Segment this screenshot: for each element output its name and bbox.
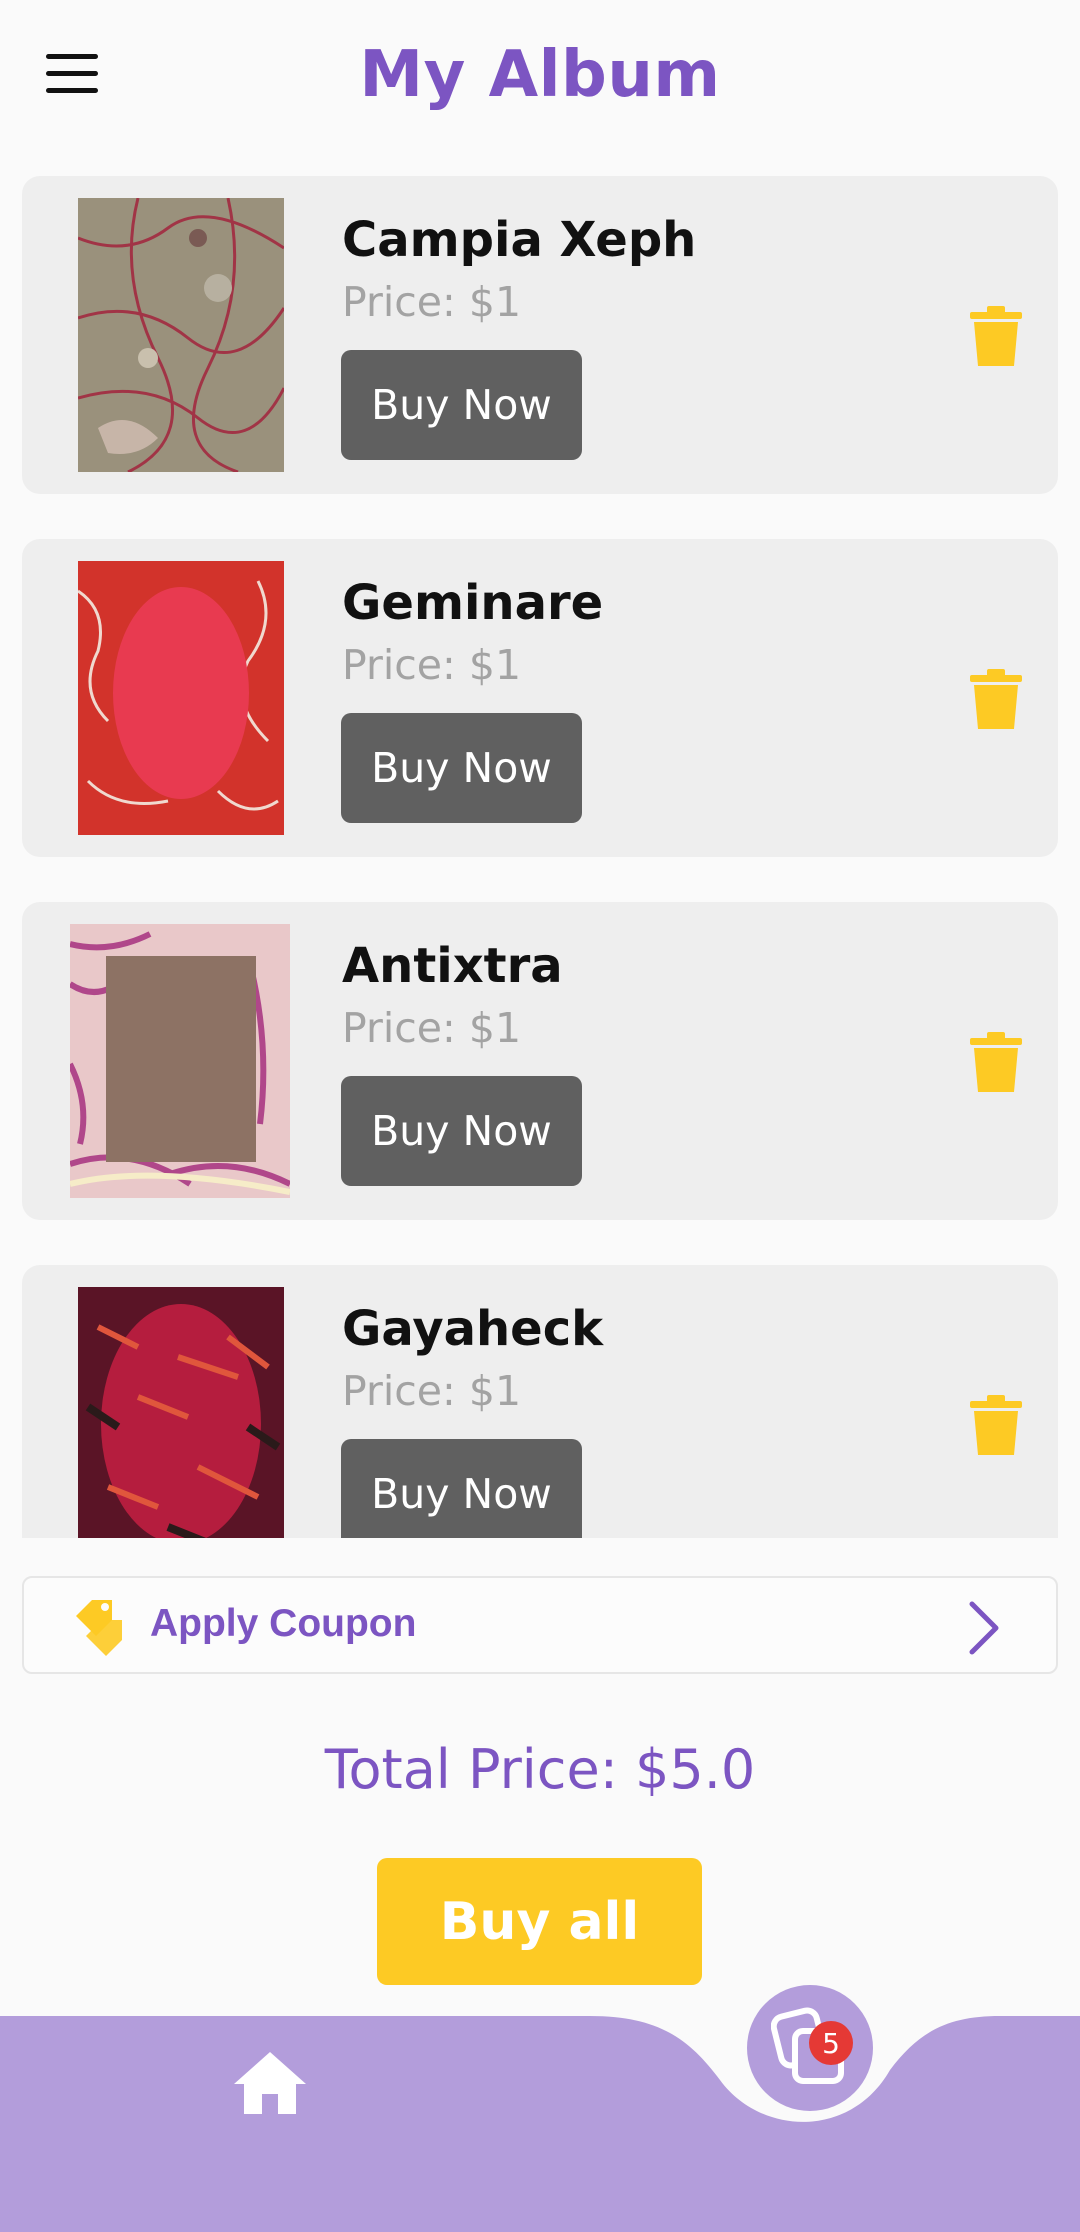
trash-icon[interactable] bbox=[970, 669, 1022, 729]
home-icon[interactable] bbox=[232, 2050, 308, 2116]
item-price: Price: $1 bbox=[342, 641, 522, 689]
total-price: Total Price: $5.0 bbox=[324, 1738, 756, 1801]
album-fab-button[interactable]: 5 bbox=[747, 1985, 873, 2111]
item-title: Gayaheck bbox=[342, 1301, 604, 1357]
buy-now-button[interactable]: Buy Now bbox=[341, 1439, 582, 1538]
trash-icon[interactable] bbox=[970, 1032, 1022, 1092]
artwork-thumbnail[interactable] bbox=[78, 1287, 284, 1538]
page-title: My Album bbox=[359, 38, 721, 112]
item-price: Price: $1 bbox=[342, 1367, 522, 1415]
album-item-card: Gayaheck Price: $1 Buy Now bbox=[22, 1265, 1058, 1538]
album-item-card: Geminare Price: $1 Buy Now bbox=[22, 539, 1058, 857]
apply-coupon-row[interactable]: Apply Coupon bbox=[22, 1576, 1058, 1674]
artwork-thumbnail[interactable] bbox=[78, 561, 284, 835]
artwork-thumbnail[interactable] bbox=[70, 924, 290, 1198]
buy-now-button[interactable]: Buy Now bbox=[341, 713, 582, 823]
album-item-card: Campia Xeph Price: $1 Buy Now bbox=[22, 176, 1058, 494]
apply-coupon-label: Apply Coupon bbox=[150, 1602, 417, 1645]
trash-icon[interactable] bbox=[970, 1395, 1022, 1455]
cart-count-badge: 5 bbox=[809, 2021, 853, 2065]
item-title: Geminare bbox=[342, 575, 604, 631]
item-price: Price: $1 bbox=[342, 1004, 522, 1052]
buy-now-button[interactable]: Buy Now bbox=[341, 350, 582, 460]
app-header: My Album bbox=[0, 0, 1080, 160]
item-title: Campia Xeph bbox=[342, 212, 697, 268]
artwork-thumbnail[interactable] bbox=[78, 198, 284, 472]
trash-icon[interactable] bbox=[970, 306, 1022, 366]
album-screen: My Album Campia Xeph Price: $1 Buy Now G… bbox=[0, 0, 1080, 2232]
album-list[interactable]: Campia Xeph Price: $1 Buy Now Geminare P… bbox=[0, 160, 1080, 1538]
item-title: Antixtra bbox=[342, 938, 563, 994]
bottom-navigation bbox=[0, 1960, 1080, 2232]
item-price: Price: $1 bbox=[342, 278, 522, 326]
buy-now-button[interactable]: Buy Now bbox=[341, 1076, 582, 1186]
album-item-card: Antixtra Price: $1 Buy Now bbox=[22, 902, 1058, 1220]
tag-icon bbox=[72, 1594, 130, 1660]
chevron-right-icon bbox=[966, 1600, 1002, 1656]
